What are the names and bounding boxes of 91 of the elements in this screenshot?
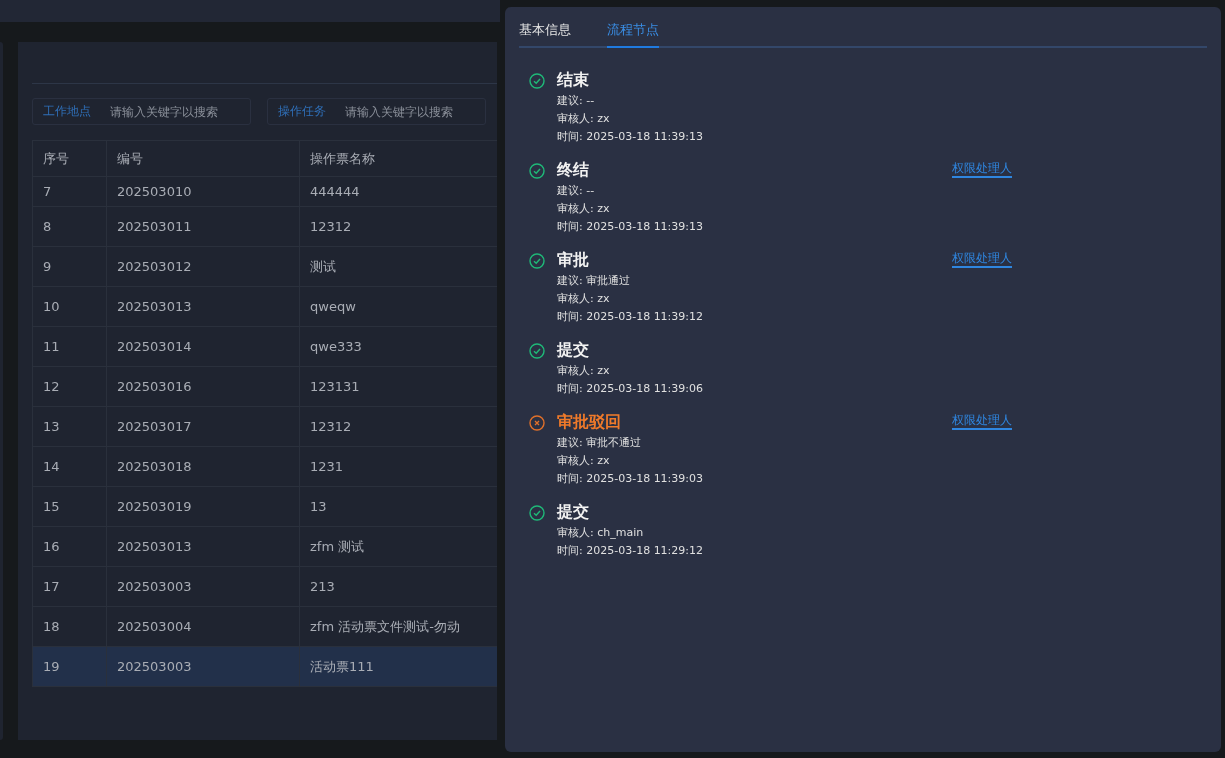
- table-row[interactable]: 10 202503013 qweqw: [32, 287, 497, 327]
- table-row[interactable]: 13 202503017 12312: [32, 407, 497, 447]
- node-title: 提交: [557, 501, 590, 523]
- table-cell: 123131: [299, 367, 497, 406]
- table-cell: 18: [32, 607, 106, 646]
- node-detail: 时间: 2025-03-18 11:39:06: [557, 381, 705, 397]
- table-cell: 202503017: [106, 407, 299, 446]
- table-row[interactable]: 9 202503012 测试: [32, 247, 497, 287]
- table-cell: 12312: [299, 407, 497, 446]
- node-detail: 建议: --: [557, 93, 596, 109]
- table-cell: 10: [32, 287, 106, 326]
- check-circle-icon: [529, 163, 545, 179]
- table-cell: 202503011: [106, 207, 299, 246]
- node-detail: 建议: 审批不通过: [557, 435, 643, 451]
- search-input[interactable]: 请输入关键字以搜索: [345, 104, 475, 119]
- node-detail: 建议: --: [557, 183, 596, 199]
- table-cell: qwe333: [299, 327, 497, 366]
- handler-link[interactable]: 权限处理人: [952, 413, 1012, 430]
- table-cell: 17: [32, 567, 106, 606]
- table-cell: qweqw: [299, 287, 497, 326]
- node-detail: 审核人: ch_main: [557, 525, 645, 541]
- table-cell: 202503010: [106, 177, 299, 206]
- node-title: 审批: [557, 249, 590, 271]
- table-row[interactable]: 7 202503010 444444: [32, 177, 497, 207]
- check-circle-icon: [529, 253, 545, 269]
- check-circle-icon: [529, 343, 545, 359]
- column-header: 操作票名称: [299, 141, 497, 176]
- table-row[interactable]: 15 202503019 13: [32, 487, 497, 527]
- node-detail: 时间: 2025-03-18 11:39:03: [557, 471, 705, 487]
- table-cell: 12312: [299, 207, 497, 246]
- node-title: 审批驳回: [557, 411, 622, 433]
- table-cell: 202503013: [106, 287, 299, 326]
- table-cell: zfm 活动票文件测试-勿动: [299, 607, 497, 646]
- node-detail: 时间: 2025-03-18 11:39:12: [557, 309, 705, 325]
- selected-table-row[interactable]: 19 202503003 活动票111: [32, 647, 497, 687]
- check-circle-icon: [529, 505, 545, 521]
- table-cell: 202503018: [106, 447, 299, 486]
- table-row[interactable]: 11 202503014 qwe333: [32, 327, 497, 367]
- tab[interactable]: 流程节点: [607, 21, 659, 48]
- handler-link[interactable]: 权限处理人: [952, 161, 1012, 178]
- check-circle-icon: [529, 73, 545, 89]
- table-cell: 活动票111: [299, 647, 497, 686]
- node-detail: 审核人: zx: [557, 111, 611, 127]
- table-cell: 13: [32, 407, 106, 446]
- node-title: 提交: [557, 339, 590, 361]
- node-title: 结束: [557, 69, 590, 91]
- table-cell: 7: [32, 177, 106, 206]
- node-detail: 审核人: zx: [557, 201, 611, 217]
- table-cell: 11: [32, 327, 106, 366]
- field-label: 工作地点: [43, 103, 92, 120]
- cross-circle-icon: [529, 415, 545, 431]
- node-detail: 时间: 2025-03-18 11:39:13: [557, 219, 705, 235]
- table-row[interactable]: 17 202503003 213: [32, 567, 497, 607]
- table-cell: 8: [32, 207, 106, 246]
- table-cell: 444444: [299, 177, 497, 206]
- node-detail: 审核人: zx: [557, 363, 611, 379]
- table-cell: 19: [32, 647, 106, 686]
- table-cell: 213: [299, 567, 497, 606]
- table-cell: 202503016: [106, 367, 299, 406]
- node-detail: 时间: 2025-03-18 11:29:12: [557, 543, 705, 559]
- table-cell: 202503004: [106, 607, 299, 646]
- handler-link[interactable]: 权限处理人: [952, 251, 1012, 268]
- tab[interactable]: 基本信息: [519, 21, 571, 48]
- table-cell: zfm 测试: [299, 527, 497, 566]
- table-cell: 202503003: [106, 647, 299, 686]
- search-input[interactable]: 请输入关键字以搜索: [110, 104, 240, 119]
- table-row[interactable]: 8 202503011 12312: [32, 207, 497, 247]
- node-detail: 审核人: zx: [557, 453, 611, 469]
- table-cell: 202503003: [106, 567, 299, 606]
- node-detail: 审核人: zx: [557, 291, 611, 307]
- node-detail: 时间: 2025-03-18 11:39:13: [557, 129, 705, 145]
- table-cell: 9: [32, 247, 106, 286]
- node-title: 终结: [557, 159, 590, 181]
- table-cell: 测试: [299, 247, 497, 286]
- column-header: 编号: [106, 141, 299, 176]
- table-cell: 13: [299, 487, 497, 526]
- field-label: 操作任务: [278, 103, 327, 120]
- table-cell: 16: [32, 527, 106, 566]
- node-detail: 建议: 审批通过: [557, 273, 632, 289]
- table-row[interactable]: 12 202503016 123131: [32, 367, 497, 407]
- table-row[interactable]: 16 202503013 zfm 测试: [32, 527, 497, 567]
- table-cell: 15: [32, 487, 106, 526]
- table-cell: 202503013: [106, 527, 299, 566]
- column-header: 序号: [32, 141, 106, 176]
- table-row[interactable]: 14 202503018 1231: [32, 447, 497, 487]
- table-cell: 1231: [299, 447, 497, 486]
- table-cell: 202503014: [106, 327, 299, 366]
- table-cell: 202503019: [106, 487, 299, 526]
- table-cell: 12: [32, 367, 106, 406]
- table-cell: 202503012: [106, 247, 299, 286]
- table-cell: 14: [32, 447, 106, 486]
